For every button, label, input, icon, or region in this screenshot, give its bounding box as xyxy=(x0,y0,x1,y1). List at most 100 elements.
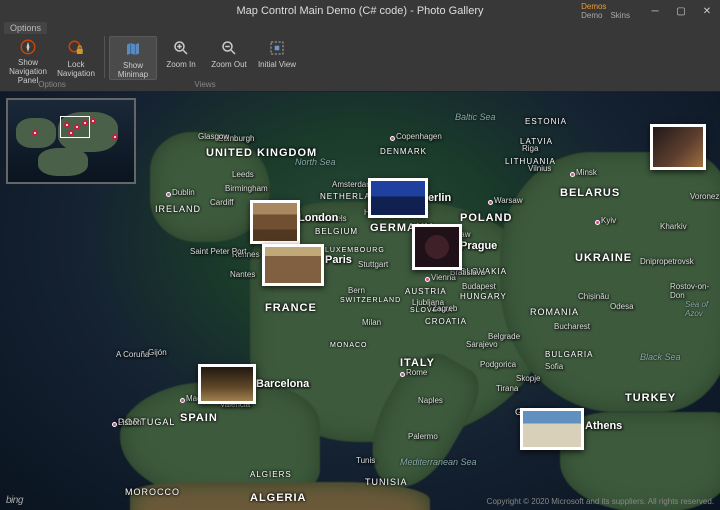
city-gijon: Gijón xyxy=(148,348,167,357)
lock-navigation-button[interactable]: Lock Navigation xyxy=(52,36,100,80)
city-leeds: Leeds xyxy=(232,170,254,179)
dot-madrid xyxy=(180,398,185,403)
photo-london[interactable] xyxy=(250,200,300,244)
country-hungary: HUNGARY xyxy=(460,292,507,301)
photo-paris[interactable] xyxy=(262,244,324,286)
sea-black: Black Sea xyxy=(640,352,681,362)
city-bern: Bern xyxy=(348,286,365,295)
show-minimap-button[interactable]: Show Minimap xyxy=(109,36,157,80)
maximize-button[interactable]: ▢ xyxy=(668,0,694,22)
city-bucharest: Bucharest xyxy=(554,322,590,331)
titlebar: Map Control Main Demo (C# code) - Photo … xyxy=(0,0,720,22)
country-austria: AUSTRIA xyxy=(405,287,447,296)
country-belgium: BELGIUM xyxy=(315,227,358,236)
city-sarajevo: Sarajevo xyxy=(466,340,498,349)
city-copenhagen: Copenhagen xyxy=(396,132,442,141)
country-belarus: BELARUS xyxy=(560,187,620,199)
link-demos[interactable]: Demos xyxy=(581,2,606,11)
city-rostov: Rostov-on-Don xyxy=(670,282,720,300)
city-naples: Naples xyxy=(418,396,443,405)
country-ukraine: UKRAINE xyxy=(575,252,632,264)
close-button[interactable]: ✕ xyxy=(694,0,720,22)
city-tunis: Tunis xyxy=(356,456,375,465)
country-denmark: DENMARK xyxy=(380,147,427,156)
minimize-button[interactable]: ─ xyxy=(642,0,668,22)
city-odesa: Odesa xyxy=(610,302,634,311)
country-switzerland: SWITZERLAND xyxy=(340,297,401,304)
country-ireland: IRELAND xyxy=(155,204,201,214)
city-cardiff: Cardiff xyxy=(210,198,233,207)
ribbon-group-options: Show Navigation Panel Lock Navigation Op… xyxy=(4,36,100,89)
country-turkey: TURKEY xyxy=(625,392,676,404)
sea-baltic: Baltic Sea xyxy=(455,112,496,122)
city-palermo: Palermo xyxy=(408,432,438,441)
photo-moscow[interactable] xyxy=(650,124,706,170)
dot-lisbon xyxy=(112,422,117,427)
dot-dublin xyxy=(166,192,171,197)
country-bulgaria: BULGARIA xyxy=(545,350,593,359)
country-romania: ROMANIA xyxy=(530,307,579,317)
city-budapest: Budapest xyxy=(462,282,496,291)
city-stpeter: Saint Peter Port xyxy=(190,247,246,256)
zoom-in-icon xyxy=(171,38,191,58)
featured-london: London xyxy=(298,212,338,224)
city-dublin: Dublin xyxy=(172,188,195,197)
city-rome: Rome xyxy=(406,368,427,377)
featured-prague: Prague xyxy=(460,240,497,252)
minimap-icon xyxy=(123,39,143,59)
photo-athens[interactable] xyxy=(520,408,584,450)
city-kyiv: Kyiv xyxy=(601,216,616,225)
sea-north: North Sea xyxy=(295,157,336,167)
initial-view-button[interactable]: Initial View xyxy=(253,36,301,80)
dot-vienna xyxy=(425,277,430,282)
sea-med: Mediterranean Sea xyxy=(400,457,477,467)
featured-barcelona: Barcelona xyxy=(256,378,309,390)
city-dnipro: Dnipropetrovsk xyxy=(640,257,694,266)
dot-warsaw xyxy=(488,200,493,205)
lock-compass-icon xyxy=(66,38,86,58)
photo-berlin[interactable] xyxy=(368,178,428,218)
group-label-views: Views xyxy=(194,80,215,89)
city-milan: Milan xyxy=(362,318,381,327)
group-label-options: Options xyxy=(38,80,66,89)
country-estonia: ESTONIA xyxy=(525,117,567,126)
city-warsaw: Warsaw xyxy=(494,196,523,205)
country-tunisia: TUNISIA xyxy=(365,477,408,487)
map-viewport[interactable]: UNITED KINGDOM IRELAND FRANCE SPAIN PORT… xyxy=(0,92,720,510)
initial-view-icon xyxy=(267,38,287,58)
city-kharkiv: Kharkiv xyxy=(660,222,687,231)
ribbon-group-views: Show Minimap Zoom In Zoom Out Initial Vi… xyxy=(109,36,301,89)
header-links: Demos Demo Skins xyxy=(581,0,630,22)
country-morocco: MOROCCO xyxy=(125,487,180,497)
country-france: FRANCE xyxy=(265,302,317,314)
city-vilnius: Vilnius xyxy=(528,164,551,173)
city-birmingham: Birmingham xyxy=(225,184,268,193)
zoom-in-button[interactable]: Zoom In xyxy=(157,36,205,80)
city-nantes: Nantes xyxy=(230,270,255,279)
city-chisinau: Chișinău xyxy=(578,292,609,301)
city-stuttgart: Stuttgart xyxy=(358,260,388,269)
map-attribution: bing xyxy=(6,495,23,506)
link-skins[interactable]: Skins xyxy=(610,11,630,20)
country-algeria: ALGERIA xyxy=(250,492,307,504)
ribbon: Show Navigation Panel Lock Navigation Op… xyxy=(0,22,720,92)
show-navigation-panel-button[interactable]: Show Navigation Panel xyxy=(4,36,52,80)
dot-rome xyxy=(400,372,405,377)
city-riga: Riga xyxy=(522,144,538,153)
city-sofia: Sofia xyxy=(545,362,563,371)
zoom-out-icon xyxy=(219,38,239,58)
country-croatia: CROATIA xyxy=(425,317,467,326)
country-monaco: MONACO xyxy=(330,342,368,349)
photo-barcelona[interactable] xyxy=(198,364,256,404)
country-algiers: ALGIERS xyxy=(250,470,292,479)
options-tab[interactable]: Options xyxy=(4,22,47,34)
ribbon-separator xyxy=(104,36,105,78)
country-poland: POLAND xyxy=(460,212,512,224)
link-demo[interactable]: Demo xyxy=(581,11,602,20)
zoom-out-button[interactable]: Zoom Out xyxy=(205,36,253,80)
country-lux: LUXEMBOURG xyxy=(325,247,385,254)
minimap[interactable] xyxy=(6,98,136,184)
photo-prague[interactable] xyxy=(412,224,462,270)
dot-minsk xyxy=(570,172,575,177)
country-spain: SPAIN xyxy=(180,412,218,424)
